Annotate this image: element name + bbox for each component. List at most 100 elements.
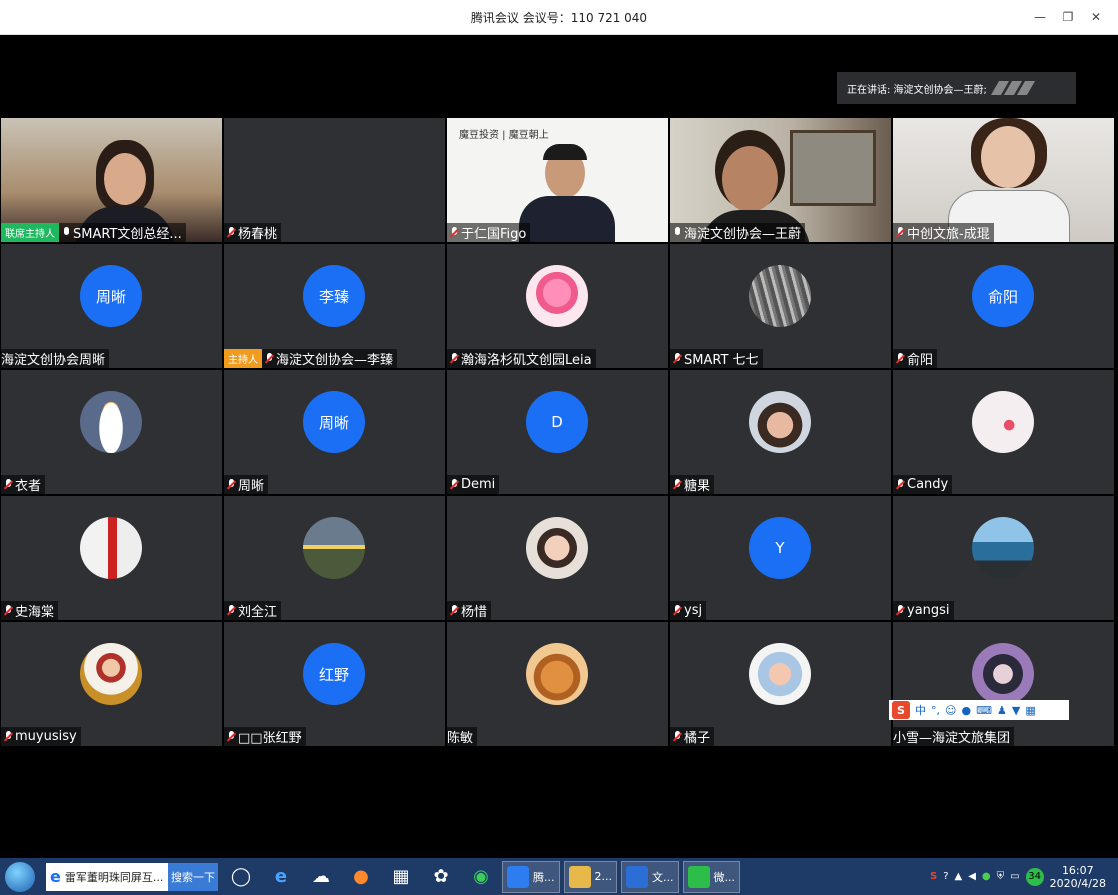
ime-toolbar[interactable]: S 中 °, ☺ ● ⌨ ♟ ▼ ▦: [889, 700, 1069, 720]
internet-explorer-icon[interactable]: e: [264, 860, 298, 894]
clock[interactable]: 16:07 2020/4/28: [1050, 864, 1106, 890]
show-hidden-icons[interactable]: ▲: [955, 871, 963, 882]
taskbar-app-folder[interactable]: 2...: [563, 860, 617, 893]
participant-tile[interactable]: 橘子: [670, 622, 891, 746]
title-bar: 腾讯会议 会议号：110 721 040 — ❐ ✕: [0, 0, 1118, 35]
search-button[interactable]: 搜索一下: [168, 862, 218, 891]
volume-icon[interactable]: ◀: [968, 871, 976, 882]
avatar: [526, 643, 588, 705]
participant-tile[interactable]: 周晰 海淀文创协会周晰: [1, 244, 222, 368]
participant-name: muyusisy: [15, 729, 77, 744]
participant-tile[interactable]: 周晰 周晰: [224, 370, 445, 494]
taskbar-app-label: 腾...: [533, 870, 555, 884]
participant-tile[interactable]: 中创文旅-成琨: [893, 118, 1114, 242]
user-icon[interactable]: ♟: [997, 704, 1007, 717]
network-icon[interactable]: ▭: [1010, 871, 1019, 882]
shield-icon[interactable]: ⛨: [997, 871, 1005, 882]
participant-grid: 联席主持人 SMART文创总经... 杨春桃 魔豆投资 | 魔豆朝上 于仁国Fi…: [1, 118, 1117, 746]
participant-tile[interactable]: 史海棠: [1, 496, 222, 620]
participant-namebar: 瀚海洛杉矶文创园Leia: [447, 349, 596, 368]
mic-muted-icon: [896, 478, 905, 491]
tencent-meeting-icon: [507, 865, 529, 888]
close-button[interactable]: ✕: [1082, 6, 1110, 28]
participant-namebar: 陈敏: [447, 727, 478, 746]
participant-name: 杨惜: [461, 605, 488, 620]
participant-namebar: SMART 七七: [670, 349, 763, 368]
cohost-badge: 联席主持人: [1, 223, 59, 242]
participant-tile[interactable]: 联席主持人 SMART文创总经...: [1, 118, 222, 242]
participant-namebar: ysj: [670, 601, 707, 620]
folder-icon: [568, 865, 591, 888]
app-grid-icon[interactable]: ▦: [384, 860, 418, 894]
participant-tile[interactable]: 衣者: [1, 370, 222, 494]
clock-date: 2020/4/28: [1049, 876, 1106, 890]
360-browser-icon[interactable]: ◉: [464, 860, 498, 894]
participant-namebar: Candy: [893, 475, 953, 494]
minimize-button[interactable]: —: [1026, 6, 1054, 28]
participant-name: ysj: [684, 603, 703, 618]
participant-tile[interactable]: yangsi: [893, 496, 1114, 620]
participant-namebar: 小雪—海淀文旅集团: [893, 727, 1015, 746]
cloud-icon[interactable]: ☁: [304, 860, 338, 894]
mic-on-icon: [673, 226, 682, 239]
qq-browser-icon[interactable]: ◯: [224, 860, 258, 894]
mic-muted-icon: [4, 604, 13, 617]
mic-muted-icon: [673, 730, 682, 743]
participant-namebar: 杨惜: [447, 601, 492, 620]
participant-tile[interactable]: 俞阳 俞阳: [893, 244, 1114, 368]
participant-tile[interactable]: 陈敏: [447, 622, 668, 746]
mic-muted-icon: [4, 730, 13, 743]
mic-muted-icon: [673, 478, 682, 491]
start-button[interactable]: [0, 859, 40, 895]
mic-on-icon: [62, 226, 71, 239]
restore-button[interactable]: ❐: [1054, 6, 1082, 28]
participant-tile[interactable]: 红野 □□张红野: [224, 622, 445, 746]
help-icon[interactable]: ?: [943, 871, 948, 882]
windows-logo-icon: [5, 861, 35, 892]
participant-tile[interactable]: D Demi: [447, 370, 668, 494]
participant-name: 小雪—海淀文旅集团: [893, 731, 1011, 746]
participant-tile[interactable]: 瀚海洛杉矶文创园Leia: [447, 244, 668, 368]
ime-punct-label[interactable]: °,: [931, 704, 940, 717]
firefox-icon[interactable]: ●: [344, 860, 378, 894]
participant-tile[interactable]: SMART 七七: [670, 244, 891, 368]
participant-tile[interactable]: 李臻 主持人 海淀文创协会—李臻: [224, 244, 445, 368]
participant-tile[interactable]: 刘全江: [224, 496, 445, 620]
tray-counter-badge[interactable]: 34: [1025, 867, 1044, 886]
taskbar-app-tencent-meeting[interactable]: 腾...: [502, 860, 560, 893]
ime-mode-label[interactable]: 中: [915, 702, 926, 718]
taskbar-app-label: 文...: [652, 870, 674, 884]
participant-tile[interactable]: muyusisy: [1, 622, 222, 746]
participant-tile[interactable]: 杨惜: [447, 496, 668, 620]
participant-tile[interactable]: 魔豆投资 | 魔豆朝上 于仁国Figo: [447, 118, 668, 242]
skin-icon[interactable]: ▼: [1012, 704, 1020, 717]
voice-icon[interactable]: ●: [961, 704, 971, 717]
grid-icon[interactable]: ▦: [1025, 704, 1035, 717]
sogou-tray-icon[interactable]: S: [930, 871, 937, 882]
participant-name: yangsi: [907, 603, 950, 618]
taskbar-app-document[interactable]: 文...: [621, 860, 679, 893]
emoji-icon[interactable]: ☺: [945, 704, 956, 717]
participant-namebar: 于仁国Figo: [447, 223, 531, 242]
avatar: 红野: [303, 643, 365, 705]
security-tray-icon[interactable]: ●: [982, 871, 991, 882]
participant-tile[interactable]: 小雪—海淀文旅集团: [893, 622, 1114, 746]
participant-tile[interactable]: 糖果: [670, 370, 891, 494]
taskbar-search-input[interactable]: e 雷军董明珠同屏互...: [46, 862, 168, 891]
participant-namebar: 俞阳: [893, 349, 938, 368]
participant-tile[interactable]: 杨春桃: [224, 118, 445, 242]
avatar: [80, 517, 142, 579]
taskbar-app-label: 2...: [594, 870, 613, 883]
participant-tile[interactable]: 海淀文创协会—王蔚: [670, 118, 891, 242]
participant-name: 海淀文创协会—李臻: [276, 353, 394, 368]
photo-app-icon[interactable]: ✿: [424, 860, 458, 894]
participant-name: 中创文旅-成琨: [907, 227, 990, 242]
participant-tile[interactable]: Candy: [893, 370, 1114, 494]
keyboard-icon[interactable]: ⌨: [976, 704, 992, 717]
participant-tile[interactable]: Y ysj: [670, 496, 891, 620]
participant-namebar: 主持人 海淀文创协会—李臻: [224, 349, 398, 368]
participant-namebar: 周晰: [224, 475, 269, 494]
taskbar: e 雷军董明珠同屏互... 搜索一下 ◯ e ☁ ● ▦ ✿ ◉ 腾... 2.…: [0, 858, 1118, 895]
participant-name: 橘子: [684, 731, 711, 746]
taskbar-app-wechat[interactable]: 微...: [682, 860, 740, 893]
